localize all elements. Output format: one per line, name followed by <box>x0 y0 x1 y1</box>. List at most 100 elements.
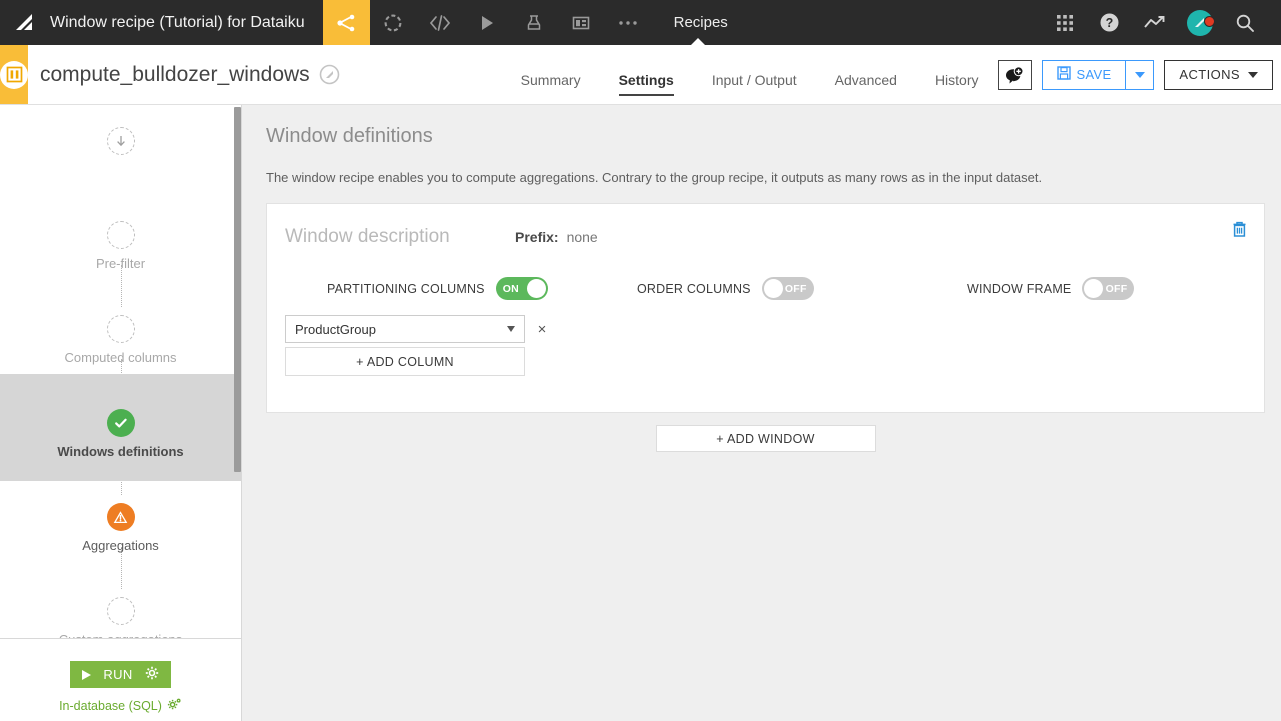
step-bullet-empty-icon <box>106 221 135 249</box>
sidebar-item-windows-definitions[interactable]: Windows definitions <box>0 374 241 481</box>
tab-history[interactable]: History <box>916 45 998 104</box>
toggle-state-text: OFF <box>784 282 807 295</box>
prefix-block: Prefix: none <box>515 229 598 245</box>
section-description: The window recipe enables you to compute… <box>266 170 1043 185</box>
actions-button[interactable]: ACTIONS <box>1164 59 1274 90</box>
top-navigation-bar: Window recipe (Tutorial) for Dataiku Rec… <box>0 0 1281 46</box>
engine-label: In-database (SQL) <box>59 698 162 713</box>
recipe-engine-selector[interactable]: In-database (SQL) <box>59 697 182 714</box>
save-button[interactable]: SAVE <box>1042 60 1126 89</box>
add-discussion-icon[interactable] <box>997 59 1032 90</box>
notification-badge[interactable] <box>1204 15 1215 27</box>
flow-icon[interactable] <box>322 0 370 45</box>
window-description-input[interactable]: Window description <box>285 226 515 248</box>
remove-column-button[interactable]: × <box>535 321 549 338</box>
window-recipe-icon <box>0 45 28 104</box>
apps-grid-icon[interactable] <box>1042 14 1087 32</box>
partitioning-columns-toggle[interactable]: ON <box>495 277 548 300</box>
chevron-down-icon <box>1248 71 1259 78</box>
dataiku-logo-icon[interactable] <box>0 0 50 45</box>
section-label-recipes[interactable]: Recipes <box>652 0 742 46</box>
engine-gears-icon <box>167 697 182 714</box>
tab-settings[interactable]: Settings <box>600 45 693 104</box>
sidebar-scrollbar[interactable] <box>234 107 241 472</box>
partitioning-column-value: ProductGroup <box>295 321 376 337</box>
add-window-button[interactable]: + ADD WINDOW <box>655 425 876 452</box>
warning-icon <box>106 503 135 531</box>
tab-advanced[interactable]: Advanced <box>816 45 916 104</box>
sidebar-item-pre-filter[interactable]: Pre-filter <box>0 221 241 271</box>
sidebar-item-computed-columns[interactable]: Computed columns <box>0 315 241 365</box>
top-nav-right-group: ? <box>1042 0 1281 45</box>
chevron-down-icon <box>507 326 515 332</box>
floppy-save-icon <box>1056 66 1071 83</box>
svg-text:?: ? <box>1106 16 1114 30</box>
avatar[interactable] <box>1177 9 1222 36</box>
toggle-knob <box>526 279 546 298</box>
nav-icon-group <box>322 0 652 45</box>
body: Pre-filter Computed columns Windows defi… <box>0 105 1281 721</box>
actions-button-label: ACTIONS <box>1179 67 1241 82</box>
section-label-text: Recipes <box>673 14 728 31</box>
prefix-value[interactable]: none <box>567 229 598 245</box>
add-window-row: + ADD WINDOW <box>266 425 1265 452</box>
toggle-state-text: ON <box>502 282 520 295</box>
chevron-down-icon <box>1134 71 1145 78</box>
sidebar-item-aggregations[interactable]: Aggregations <box>0 503 241 553</box>
step-connector <box>121 547 122 589</box>
sidebar-item-custom-aggregations[interactable]: Custom aggregations <box>0 597 241 638</box>
recipe-steps-sidebar: Pre-filter Computed columns Windows defi… <box>0 105 242 721</box>
search-icon[interactable] <box>1222 13 1267 33</box>
sidebar-item-label: Aggregations <box>82 538 159 553</box>
more-ellipsis-icon[interactable] <box>605 0 652 45</box>
project-title[interactable]: Window recipe (Tutorial) for Dataiku <box>50 0 323 45</box>
toggle-knob <box>1084 279 1104 298</box>
sidebar-item-input[interactable] <box>0 127 241 155</box>
recipe-name-block: compute_bulldozer_windows <box>28 45 340 104</box>
tab-input-output[interactable]: Input / Output <box>693 45 816 104</box>
datasets-icon[interactable] <box>370 0 417 45</box>
save-dropdown-button[interactable] <box>1125 60 1154 89</box>
dashboard-icon[interactable] <box>558 0 605 45</box>
window-card-header: Window description Prefix: none <box>285 226 1246 248</box>
object-header: compute_bulldozer_windows Summary Settin… <box>0 45 1281 105</box>
run-button[interactable]: RUN <box>70 661 171 688</box>
main-content: Window definitions The window recipe ena… <box>242 105 1281 721</box>
save-button-label: SAVE <box>1076 67 1112 82</box>
sidebar-item-label: Custom aggregations <box>59 632 183 638</box>
toggle-state-text: OFF <box>1105 282 1128 295</box>
order-columns-toggle[interactable]: OFF <box>761 277 814 300</box>
sidebar-item-label: Computed columns <box>64 350 177 365</box>
gear-icon[interactable] <box>145 666 159 683</box>
recipe-icon-circle <box>0 60 28 89</box>
jobs-play-icon[interactable] <box>464 0 511 45</box>
recipe-engine-badge-icon[interactable] <box>319 64 340 85</box>
step-connector <box>121 265 122 307</box>
prefix-label: Prefix: <box>515 229 559 245</box>
trash-icon[interactable] <box>1231 220 1248 243</box>
recipe-tabs: Summary Settings Input / Output Advanced… <box>502 45 998 104</box>
order-columns-label: ORDER COLUMNS <box>637 281 751 296</box>
activity-trend-icon[interactable] <box>1132 14 1177 32</box>
run-button-label: RUN <box>103 667 133 682</box>
step-bullet-empty-icon <box>106 315 135 343</box>
sidebar-item-label: Windows definitions <box>57 444 184 459</box>
section-title: Window definitions <box>266 125 433 147</box>
page-title: compute_bulldozer_windows <box>40 62 310 86</box>
toggle-knob <box>763 279 783 298</box>
tab-summary[interactable]: Summary <box>502 45 600 104</box>
window-frame-toggle[interactable]: OFF <box>1082 277 1135 300</box>
order-columns-toggle-group: ORDER COLUMNS OFF <box>637 277 967 300</box>
add-column-button[interactable]: + ADD COLUMN <box>285 347 525 376</box>
partitioning-column-row: ProductGroup × <box>285 315 1246 343</box>
partitioning-column-select[interactable]: ProductGroup <box>285 315 525 343</box>
code-icon[interactable] <box>417 0 464 45</box>
sidebar-item-label: Pre-filter <box>95 256 146 271</box>
window-toggles-row: PARTITIONING COLUMNS ON ORDER COLUMNS OF… <box>285 277 1246 300</box>
help-icon[interactable]: ? <box>1087 12 1132 33</box>
check-icon <box>106 409 135 437</box>
steps-list: Pre-filter Computed columns Windows defi… <box>0 105 241 638</box>
partitioning-columns-toggle-group: PARTITIONING COLUMNS ON <box>285 277 637 300</box>
lab-icon[interactable] <box>511 0 558 45</box>
sidebar-footer: RUN In-database (SQL) <box>0 638 241 721</box>
